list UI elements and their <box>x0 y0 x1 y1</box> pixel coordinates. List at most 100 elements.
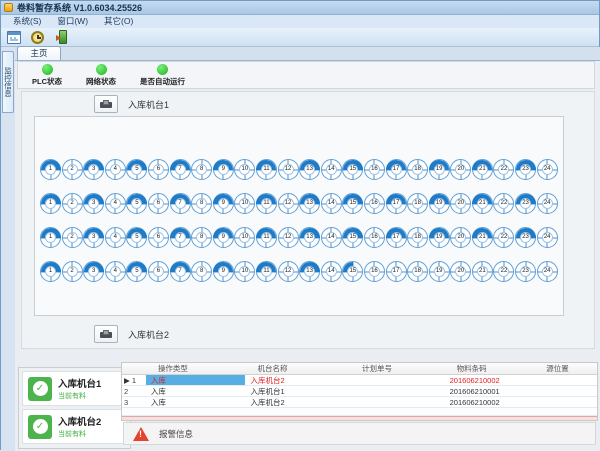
coil-slot[interactable]: 13 <box>299 261 320 282</box>
coil-slot[interactable]: 5 <box>126 159 147 180</box>
coil-slot[interactable]: 6 <box>148 159 169 180</box>
side-dock-tab[interactable]: 监控信息 <box>2 51 14 113</box>
column-header[interactable]: 操作类型 <box>146 363 246 374</box>
coil-slot[interactable]: 18 <box>407 227 428 248</box>
calendar-button[interactable] <box>5 29 22 45</box>
coil-slot[interactable]: 16 <box>364 227 385 248</box>
table-cell[interactable] <box>534 375 597 385</box>
coil-slot[interactable]: 19 <box>429 261 450 282</box>
column-header[interactable]: 计划单号 <box>350 363 445 374</box>
coil-slot[interactable]: 19 <box>429 227 450 248</box>
coil-slot[interactable]: 19 <box>429 193 450 214</box>
coil-slot[interactable]: 22 <box>493 227 514 248</box>
coil-slot[interactable]: 16 <box>364 193 385 214</box>
coil-slot[interactable]: 14 <box>321 227 342 248</box>
coil-slot[interactable]: 16 <box>364 261 385 282</box>
coil-slot[interactable]: 8 <box>191 193 212 214</box>
coil-slot[interactable]: 11 <box>256 261 277 282</box>
coil-slot[interactable]: 13 <box>299 193 320 214</box>
table-cell[interactable] <box>534 397 597 407</box>
coil-slot[interactable]: 24 <box>537 261 558 282</box>
coil-slot[interactable]: 24 <box>537 159 558 180</box>
coil-slot[interactable]: 23 <box>515 227 536 248</box>
coil-slot[interactable]: 24 <box>537 193 558 214</box>
coil-slot[interactable]: 7 <box>170 261 191 282</box>
table-cell[interactable]: 入库机台1 <box>245 386 350 396</box>
table-row[interactable]: ▶ 1入库入库机台2201606210002 <box>122 375 597 386</box>
coil-slot[interactable]: 8 <box>191 159 212 180</box>
coil-slot[interactable]: 3 <box>83 227 104 248</box>
coil-slot[interactable]: 17 <box>386 193 407 214</box>
coil-slot[interactable]: 22 <box>493 193 514 214</box>
coil-slot[interactable]: 7 <box>170 227 191 248</box>
coil-slot[interactable]: 4 <box>105 227 126 248</box>
coil-slot[interactable]: 14 <box>321 261 342 282</box>
coil-slot[interactable]: 16 <box>364 159 385 180</box>
coil-slot[interactable]: 3 <box>83 159 104 180</box>
coil-slot[interactable]: 3 <box>83 193 104 214</box>
coil-slot[interactable]: 19 <box>429 159 450 180</box>
column-header[interactable]: 源位置 <box>534 363 597 374</box>
coil-slot[interactable]: 12 <box>278 227 299 248</box>
coil-slot[interactable]: 13 <box>299 159 320 180</box>
table-cell[interactable]: 201606210001 <box>445 386 535 396</box>
coil-slot[interactable]: 9 <box>213 227 234 248</box>
coil-slot[interactable]: 18 <box>407 193 428 214</box>
coil-slot[interactable]: 15 <box>342 261 363 282</box>
tab-home[interactable]: 主页 <box>17 46 61 60</box>
column-header[interactable]: 机台名称 <box>246 363 351 374</box>
coil-slot[interactable]: 6 <box>148 193 169 214</box>
coil-slot[interactable]: 10 <box>234 159 255 180</box>
coil-slot[interactable]: 14 <box>321 159 342 180</box>
coil-slot[interactable]: 15 <box>342 193 363 214</box>
menu-item[interactable]: 系统(S) <box>5 15 49 28</box>
machine2-print-button[interactable] <box>94 325 118 343</box>
machine-status-card[interactable]: ✓入库机台2当前有料 <box>22 409 127 444</box>
coil-slot[interactable]: 5 <box>126 227 147 248</box>
coil-slot[interactable]: 2 <box>62 193 83 214</box>
coil-slot[interactable]: 4 <box>105 193 126 214</box>
table-cell[interactable]: 入库机台2 <box>245 397 350 407</box>
coil-slot[interactable]: 12 <box>278 159 299 180</box>
machine1-print-button[interactable] <box>94 95 118 113</box>
coil-slot[interactable]: 11 <box>256 193 277 214</box>
table-cell[interactable] <box>350 386 445 396</box>
table-cell[interactable] <box>350 375 445 385</box>
coil-slot[interactable]: 12 <box>278 193 299 214</box>
coil-slot[interactable]: 1 <box>40 261 61 282</box>
coil-slot[interactable]: 5 <box>126 261 147 282</box>
coil-slot[interactable]: 10 <box>234 193 255 214</box>
coil-slot[interactable]: 6 <box>148 227 169 248</box>
coil-slot[interactable]: 22 <box>493 159 514 180</box>
coil-slot[interactable]: 10 <box>234 227 255 248</box>
coil-slot[interactable]: 5 <box>126 193 147 214</box>
table-cell[interactable]: 201606210002 <box>445 375 535 385</box>
coil-slot[interactable]: 9 <box>213 193 234 214</box>
coil-slot[interactable]: 6 <box>148 261 169 282</box>
coil-slot[interactable]: 13 <box>299 227 320 248</box>
coil-slot[interactable]: 20 <box>450 159 471 180</box>
coil-slot[interactable]: 23 <box>515 159 536 180</box>
table-row[interactable]: 3入库入库机台2201606210002 <box>122 397 597 408</box>
coil-slot[interactable]: 18 <box>407 159 428 180</box>
coil-slot[interactable]: 12 <box>278 261 299 282</box>
table-cell[interactable]: 入库机台2 <box>245 375 350 385</box>
coil-slot[interactable]: 20 <box>450 193 471 214</box>
coil-slot[interactable]: 9 <box>213 159 234 180</box>
coil-slot[interactable]: 15 <box>342 159 363 180</box>
table-cell[interactable] <box>534 386 597 396</box>
coil-slot[interactable]: 17 <box>386 159 407 180</box>
table-cell[interactable]: 入库 <box>146 397 246 407</box>
coil-slot[interactable]: 1 <box>40 227 61 248</box>
coil-slot[interactable]: 4 <box>105 159 126 180</box>
coil-slot[interactable]: 4 <box>105 261 126 282</box>
menu-item[interactable]: 其它(O) <box>96 15 141 28</box>
coil-slot[interactable]: 7 <box>170 193 191 214</box>
coil-slot[interactable]: 14 <box>321 193 342 214</box>
machine-status-card[interactable]: ✓入库机台1当前有料 <box>22 371 127 406</box>
column-header[interactable]: 物料条码 <box>445 363 535 374</box>
table-row[interactable]: 2入库入库机台1201606210001 <box>122 386 597 397</box>
coil-slot[interactable]: 8 <box>191 227 212 248</box>
menu-item[interactable]: 窗口(W) <box>49 15 96 28</box>
coil-slot[interactable]: 24 <box>537 227 558 248</box>
